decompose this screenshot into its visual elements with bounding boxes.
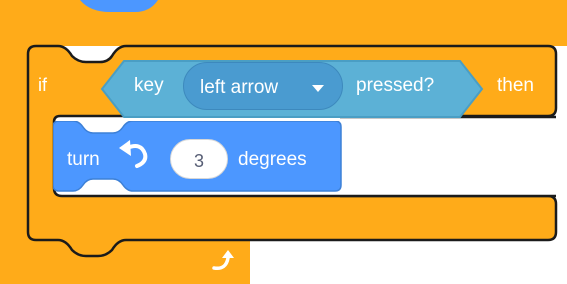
key-label: key	[134, 75, 164, 96]
key-dropdown[interactable]: left arrow	[183, 62, 343, 110]
degrees-input[interactable]: 3	[170, 139, 228, 179]
rotate-left-icon	[119, 140, 148, 168]
pressed-label: pressed?	[356, 75, 435, 96]
turn-label: turn	[67, 149, 100, 170]
if-label: if	[38, 75, 47, 95]
degrees-label: degrees	[238, 149, 307, 170]
parent-block-top[interactable]	[0, 0, 567, 46]
caret-down-icon	[312, 85, 324, 92]
then-label: then	[497, 75, 534, 96]
if-block-mouth	[340, 118, 556, 196]
loop-arrow-icon	[212, 250, 234, 271]
degrees-value: 3	[193, 151, 204, 171]
key-dropdown-value: left arrow	[200, 77, 279, 98]
